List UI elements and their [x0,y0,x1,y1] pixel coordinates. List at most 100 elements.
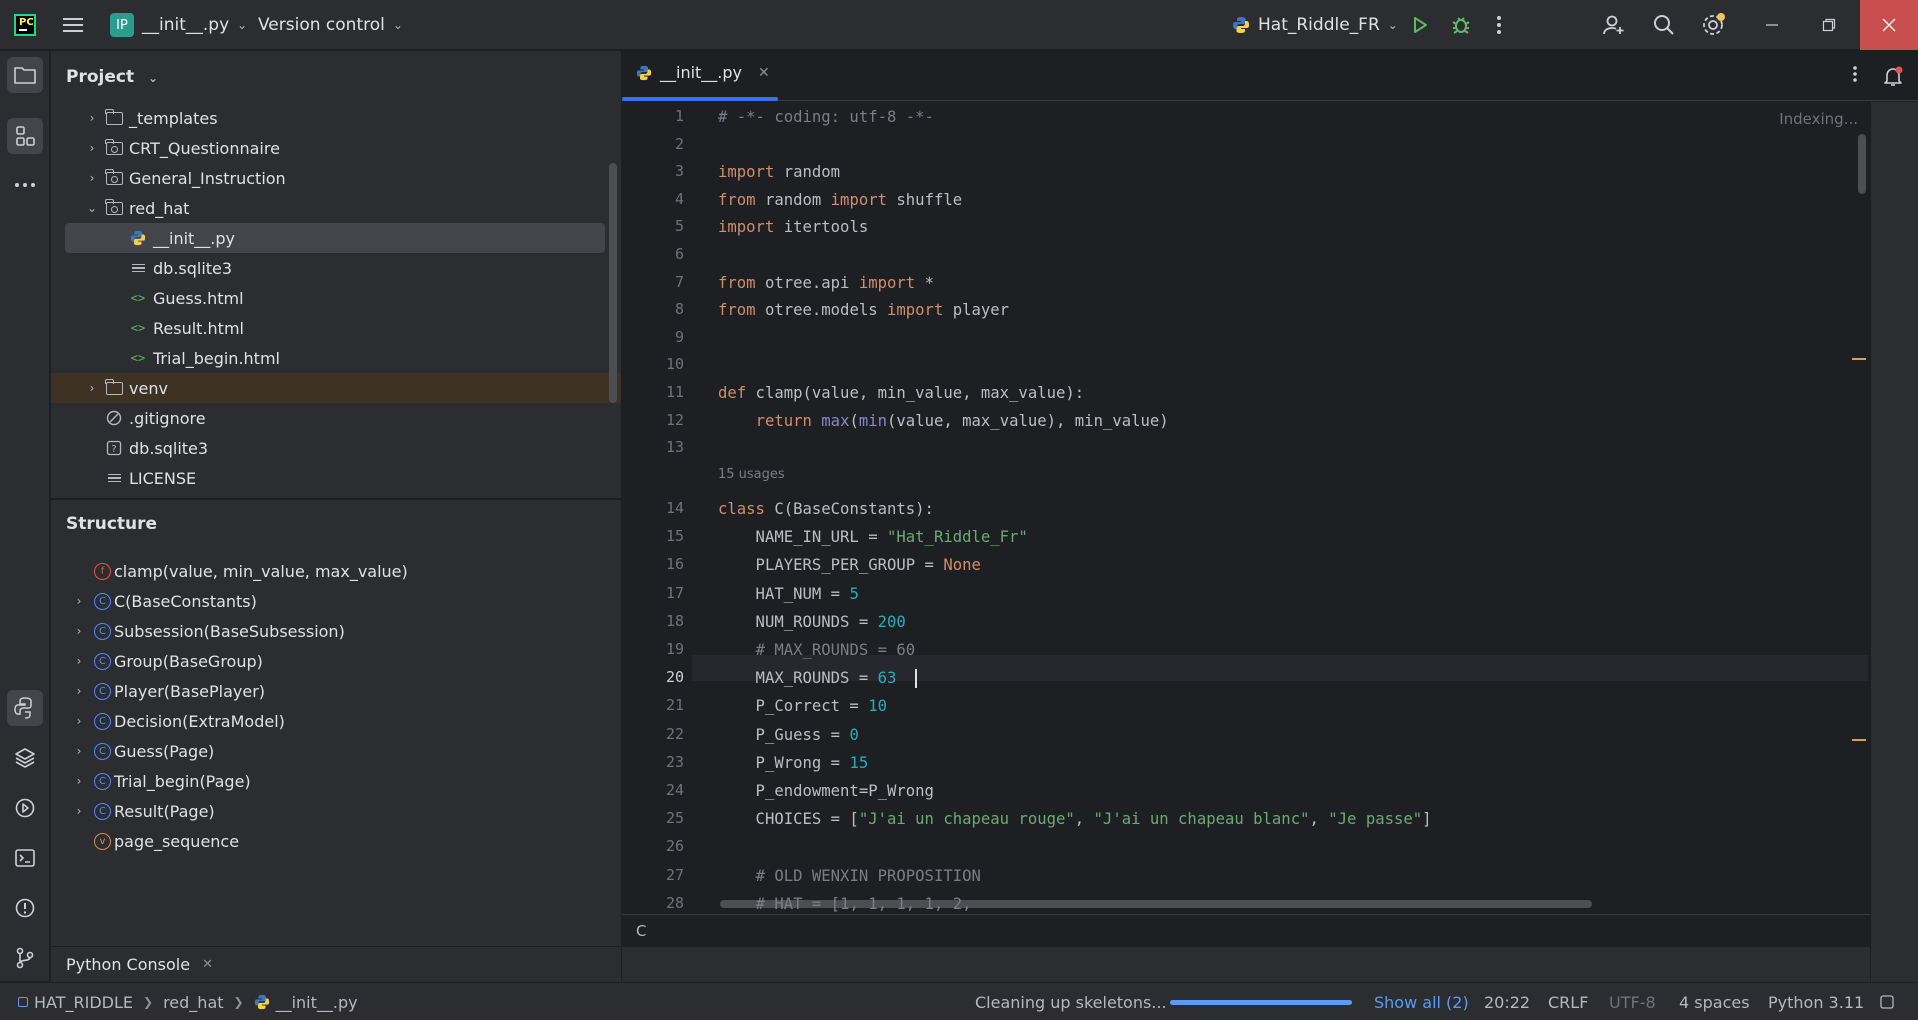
tab-actions-button[interactable] [1852,65,1858,88]
chevron-right-icon[interactable]: › [69,594,89,608]
code-line[interactable]: # HAT = [1, 1, 1, 1, 2, [718,893,972,914]
file-encoding[interactable]: UTF-8 [1609,983,1656,1020]
tree-item-red-hat[interactable]: ⌄ red_hat [65,193,605,223]
tree-item-venv[interactable]: › venv [51,373,621,403]
code-line[interactable]: from otree.api import * [718,272,934,294]
line-number[interactable]: 7 [622,273,692,291]
more-actions-button[interactable] [1496,0,1502,50]
structure-item-player[interactable]: › C Player(BasePlayer) [65,676,265,706]
code-line[interactable]: NUM_ROUNDS = 200 [718,611,906,633]
tree-item-result-html[interactable]: <> Result.html [65,313,605,343]
usages-inlay-hint[interactable]: 15 usages [718,467,785,482]
run-configuration-selector[interactable]: Hat_Riddle_FR ⌄ [1232,0,1398,50]
code-line[interactable]: def clamp(value, min_value, max_value): [718,382,1084,404]
line-number[interactable]: 1 [622,107,692,125]
tree-item-trial-begin-html[interactable]: <> Trial_begin.html [65,343,605,373]
git-tool-button[interactable] [7,940,43,976]
settings-button[interactable] [1701,0,1727,50]
line-number-gutter[interactable]: 1 2 3 4 5 6 7 8 9 10 11 12 13 14 15 16 17 18 19 20 21 22 23 24 2… [622,102,692,940]
structure-item-decision[interactable]: › C Decision(ExtraModel) [65,706,285,736]
python-packages-tool-button[interactable] [7,740,43,776]
code-line[interactable]: # OLD WENXIN PROPOSITION [718,865,981,887]
python-interpreter[interactable]: Python 3.11 [1768,983,1864,1020]
problems-tool-button[interactable] [7,890,43,926]
services-tool-button[interactable] [7,790,43,826]
line-number[interactable]: 26 [622,837,692,855]
line-number[interactable]: 20 [622,668,692,686]
structure-item-guess[interactable]: › C Guess(Page) [65,736,215,766]
line-number[interactable]: 3 [622,162,692,180]
structure-item-group[interactable]: › C Group(BaseGroup) [65,646,263,676]
show-all-tasks-link[interactable]: Show all (2) [1374,983,1469,1020]
tree-item-templates[interactable]: › _templates [65,103,605,133]
project-tool-button[interactable] [7,57,43,93]
code-line[interactable]: PLAYERS_PER_GROUP = None [718,554,981,576]
line-number[interactable]: 17 [622,584,692,602]
line-number[interactable]: 23 [622,753,692,771]
chevron-right-icon[interactable]: › [85,141,99,155]
tree-item-init-py[interactable]: __init__.py [65,223,605,253]
structure-item-clamp[interactable]: f clamp(value, min_value, max_value) [65,556,408,586]
close-icon[interactable]: ✕ [202,957,213,972]
caret-position[interactable]: 20:22 [1484,983,1530,1020]
code-line[interactable]: from otree.models import player [718,299,1009,321]
line-number[interactable]: 4 [622,190,692,208]
project-scrollbar[interactable] [609,163,617,403]
structure-item-c[interactable]: › C C(BaseConstants) [65,586,257,616]
more-tool-windows-button[interactable] [7,167,43,203]
breadcrumb-file[interactable]: __init__.py [276,993,358,1012]
line-number[interactable]: 22 [622,725,692,743]
line-number[interactable]: 24 [622,781,692,799]
code-line[interactable]: import random [718,161,840,183]
structure-item-page-sequence[interactable]: v page_sequence [65,826,239,856]
project-panel-header[interactable]: Project ⌄ [66,67,158,87]
line-separator[interactable]: CRLF [1548,983,1588,1020]
code-line[interactable]: P_Guess = 0 [718,724,859,746]
chevron-right-icon[interactable]: › [69,714,89,728]
code-line[interactable]: MAX_ROUNDS = 63 [718,667,918,689]
line-number[interactable]: 10 [622,355,692,373]
tree-item-db-sqlite3-root[interactable]: ? db.sqlite3 [65,433,605,463]
python-console-tab[interactable]: Python Console ✕ [51,946,621,982]
app-logo[interactable]: PC [14,0,38,50]
editor-tab-init-py[interactable]: __init__.py ✕ [636,63,770,82]
breadcrumb-project[interactable]: HAT_RIDDLE [34,993,133,1012]
tree-item-crt-questionnaire[interactable]: › CRT_Questionnaire [65,133,605,163]
minimize-window-button[interactable] [1765,0,1779,50]
structure-item-result[interactable]: › C Result(Page) [65,796,215,826]
chevron-right-icon[interactable]: › [85,111,99,125]
code-line[interactable]: import itertools [718,216,868,238]
chevron-right-icon[interactable]: › [69,744,89,758]
line-number[interactable]: 5 [622,217,692,235]
chevron-right-icon[interactable]: › [69,654,89,668]
line-number[interactable]: 13 [622,438,692,456]
code-line[interactable]: P_endowment=P_Wrong [718,780,934,802]
line-number[interactable]: 9 [622,328,692,346]
line-number[interactable]: 8 [622,300,692,318]
warning-marker[interactable] [1852,358,1866,360]
tree-item-guess-html[interactable]: <> Guess.html [65,283,605,313]
close-tab-icon[interactable]: ✕ [758,65,770,81]
structure-item-trial-begin[interactable]: › C Trial_begin(Page) [65,766,251,796]
readonly-toggle[interactable] [1880,983,1894,1020]
warning-marker[interactable] [1852,739,1866,741]
code-line[interactable]: # MAX_ROUNDS = 60 [718,639,916,661]
close-window-button[interactable] [1860,0,1918,50]
terminal-tool-button[interactable] [7,840,43,876]
code-line[interactable]: P_Correct = 10 [718,695,887,717]
tree-item-license[interactable]: LICENSE [65,463,605,493]
code-line[interactable]: HAT_NUM = 5 [718,583,859,605]
breadcrumb-item[interactable]: C [636,922,646,940]
tree-item-gitignore[interactable]: .gitignore [65,403,605,433]
chevron-right-icon[interactable]: › [85,171,99,185]
search-everywhere-button[interactable] [1652,0,1676,50]
chevron-right-icon[interactable]: › [85,381,99,395]
tree-item-general-instruction[interactable]: › General_Instruction [65,163,605,193]
code-line[interactable]: CHOICES = ["J'ai un chapeau rouge", "J'a… [718,808,1432,830]
code-with-me-button[interactable] [1602,0,1626,50]
project-switcher[interactable]: IP __init__.py ⌄ [110,0,247,50]
line-number[interactable]: 19 [622,640,692,658]
chevron-right-icon[interactable]: › [69,804,89,818]
line-number[interactable]: 14 [622,499,692,517]
notifications-button[interactable] [1878,61,1908,91]
